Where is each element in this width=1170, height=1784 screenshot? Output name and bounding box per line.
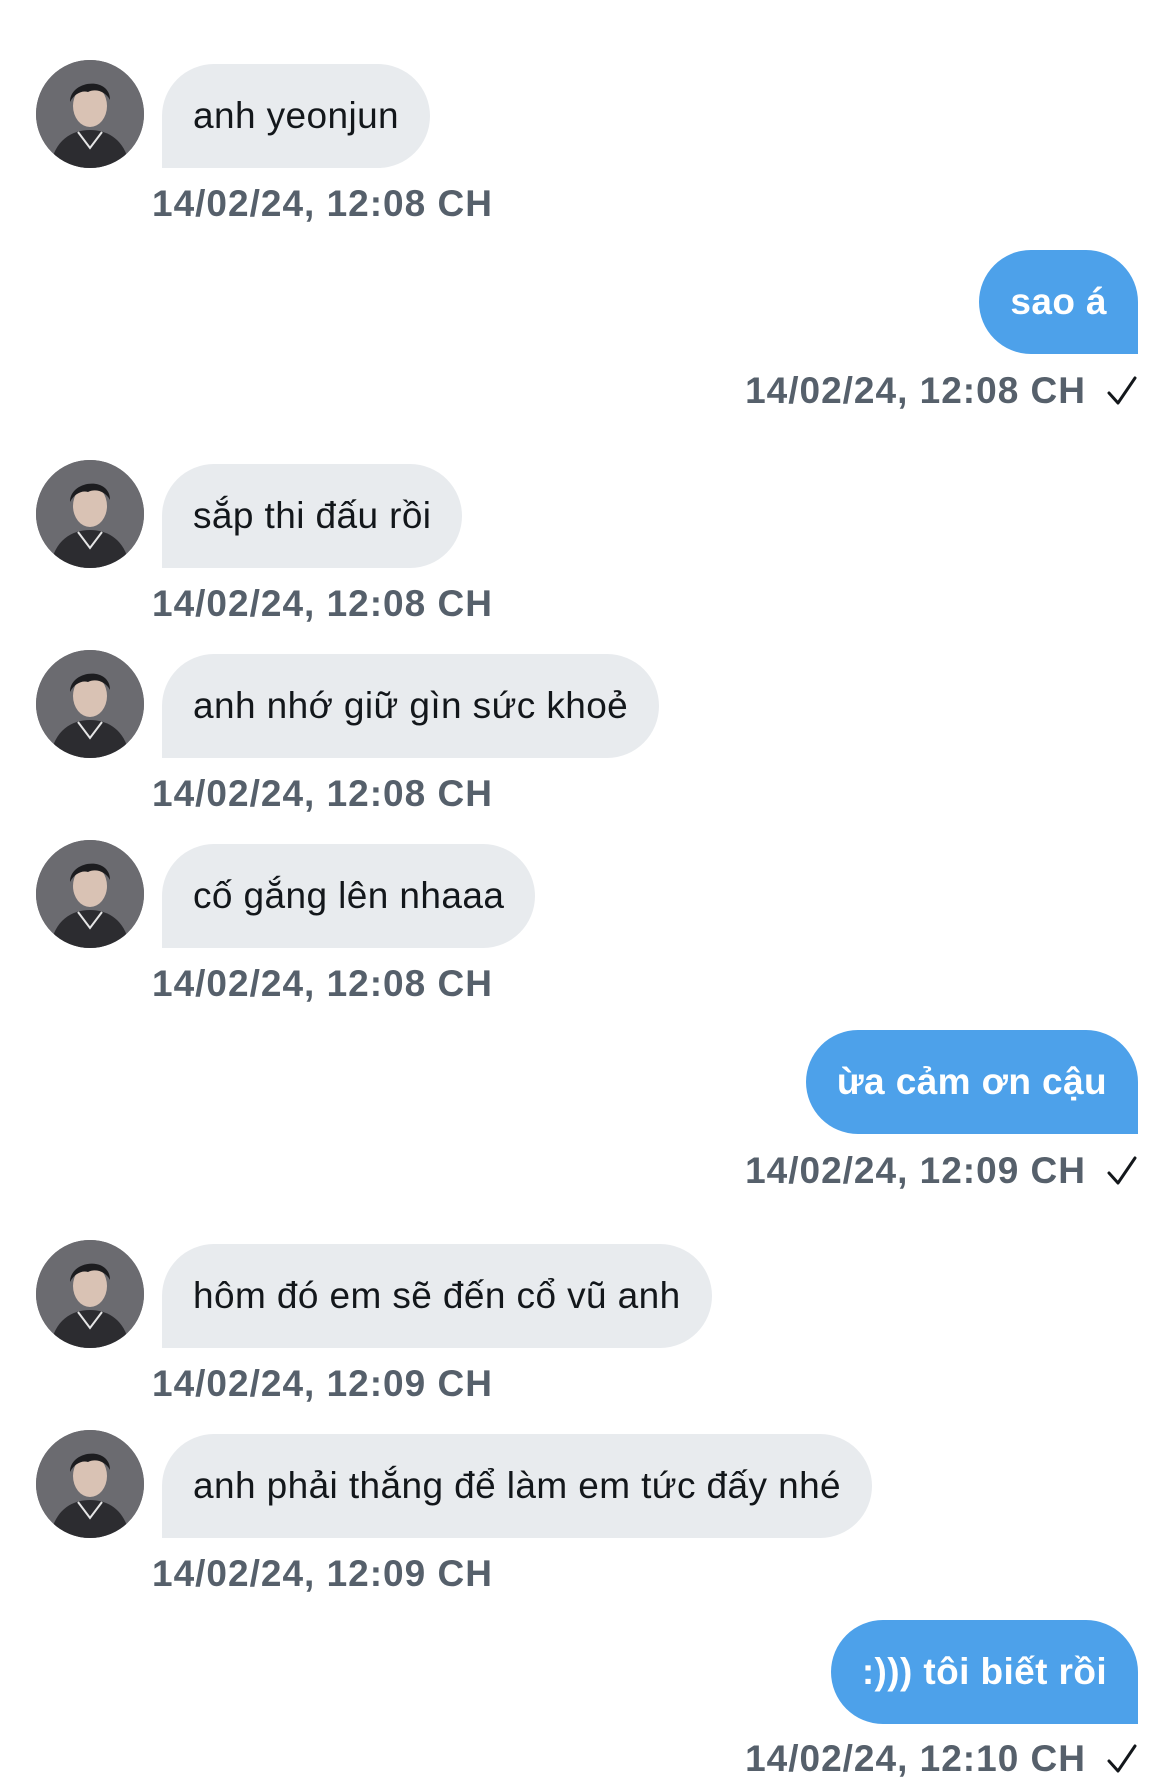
message-timestamp: 14/02/24, 12:08 CH — [745, 370, 1086, 411]
received-message-bubble[interactable]: anh yeonjun — [162, 64, 431, 168]
avatar-photo-icon — [36, 1430, 144, 1538]
avatar-photo-icon — [36, 840, 144, 948]
avatar-photo-icon — [36, 60, 144, 168]
avatar[interactable] — [36, 840, 144, 948]
avatar[interactable] — [36, 1430, 144, 1538]
received-message-bubble[interactable]: hôm đó em sẽ đến cổ vũ anh — [162, 1244, 712, 1348]
sent-message-bubble[interactable]: ừa cảm ơn cậu — [805, 1030, 1138, 1134]
checkmark-icon — [1107, 1744, 1137, 1773]
message-timestamp: 14/02/24, 12:08 CH — [152, 773, 493, 814]
message-timestamp: 14/02/24, 12:08 CH — [152, 183, 493, 224]
message-timestamp: 14/02/24, 12:09 CH — [152, 1363, 493, 1404]
received-message-bubble[interactable]: sắp thi đấu rồi — [162, 464, 463, 568]
avatar[interactable] — [36, 60, 144, 168]
message-timestamp: 14/02/24, 12:08 CH — [152, 583, 493, 624]
message-timestamp: 14/02/24, 12:08 CH — [152, 963, 493, 1004]
avatar-photo-icon — [36, 460, 144, 568]
checkmark-icon — [1107, 1156, 1137, 1185]
sent-message-bubble[interactable]: sao á — [979, 250, 1138, 354]
avatar[interactable] — [36, 1240, 144, 1348]
avatar-photo-icon — [36, 1240, 144, 1348]
message-timestamp: 14/02/24, 12:09 CH — [745, 1150, 1086, 1191]
received-message-bubble[interactable]: anh nhớ giữ gìn sức khoẻ — [162, 654, 660, 758]
avatar-photo-icon — [36, 650, 144, 758]
avatar[interactable] — [36, 650, 144, 758]
sent-message-bubble[interactable]: :))) tôi biết rồi — [830, 1620, 1138, 1724]
received-message-bubble[interactable]: cố gắng lên nhaaa — [162, 844, 536, 948]
message-timestamp: 14/02/24, 12:10 CH — [745, 1738, 1086, 1779]
checkmark-icon — [1107, 376, 1137, 405]
received-message-bubble[interactable]: anh phải thắng để làm em tức đấy nhé — [162, 1434, 873, 1538]
message-timestamp: 14/02/24, 12:09 CH — [152, 1553, 493, 1594]
avatar[interactable] — [36, 460, 144, 568]
